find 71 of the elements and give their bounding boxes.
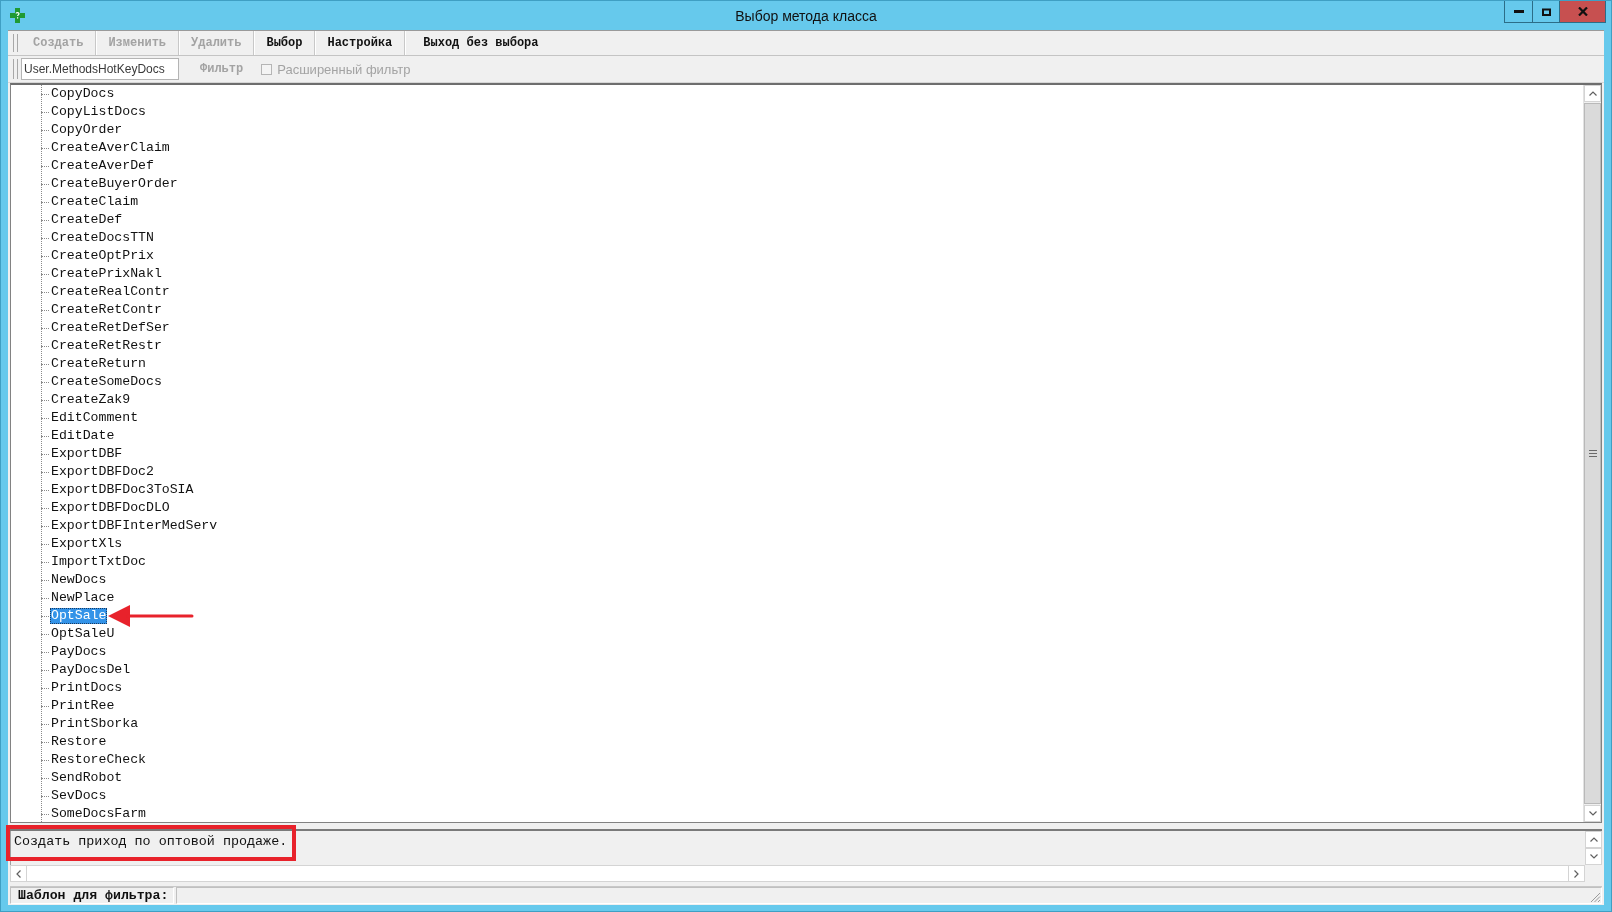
scroll-left-button[interactable] — [10, 865, 27, 882]
horizontal-scrollbar[interactable] — [27, 865, 1568, 882]
tree-item[interactable]: ExportDBF — [50, 446, 124, 462]
tree-item[interactable]: PrintSborka — [50, 716, 140, 732]
tree-item[interactable]: SomeDocsFarm — [50, 806, 147, 822]
description-text: Создать приход по оптовой продаже. — [14, 834, 289, 850]
tree-item[interactable]: CreateReturn — [50, 356, 147, 372]
tree-item[interactable]: OptSaleU — [50, 626, 116, 642]
caret-down-icon — [1588, 811, 1597, 816]
class-name-field[interactable]: User.MethodsHotKeyDocs — [21, 58, 179, 80]
tree-item[interactable]: CreateRetContr — [50, 302, 163, 318]
tree-item[interactable]: CopyOrder — [50, 122, 124, 138]
tree-item[interactable]: Restore — [50, 734, 108, 750]
tree-item[interactable]: SevDocs — [50, 788, 108, 804]
tree-item[interactable]: CreateAverClaim — [50, 140, 171, 156]
toolbar-grip-icon[interactable] — [13, 59, 18, 79]
caret-up-icon — [1589, 837, 1598, 842]
toolbar-button[interactable]: Выход без выбора — [405, 31, 557, 55]
tree-item[interactable]: CopyListDocs — [50, 104, 147, 120]
tree-item[interactable]: NewPlace — [50, 590, 116, 606]
tree-item[interactable]: EditComment — [50, 410, 140, 426]
tree-item[interactable]: CreateOptPrix — [50, 248, 155, 264]
tree-item[interactable]: SendRobot — [50, 770, 124, 786]
tree-item[interactable]: CreateAverDef — [50, 158, 155, 174]
scroll-up-button[interactable] — [1585, 831, 1602, 848]
tree-item[interactable]: ExportXls — [50, 536, 124, 552]
caret-up-icon — [1588, 91, 1597, 96]
tree-item[interactable]: EditDate — [50, 428, 116, 444]
annotation-arrow-icon — [108, 604, 195, 628]
tree-item[interactable]: ImportTxtDoc — [50, 554, 147, 570]
tree-item[interactable]: CreateRealContr — [50, 284, 171, 300]
toolbar-button[interactable]: Выбор — [254, 31, 316, 55]
tree-item[interactable]: CreateRetDefSer — [50, 320, 171, 336]
medical-cross-icon — [10, 8, 25, 23]
minimize-icon — [1513, 10, 1524, 13]
tree-item[interactable]: PayDocs — [50, 644, 108, 660]
toolbar-grip-icon[interactable] — [13, 34, 18, 52]
checkbox-label: Расширенный фильтр — [277, 61, 411, 77]
grip-lines-icon — [1588, 450, 1597, 457]
toolbar-button[interactable]: Настройка — [315, 31, 406, 55]
tree-item[interactable]: CreateClaim — [50, 194, 140, 210]
tree-item[interactable]: PrintRee — [50, 698, 116, 714]
tree-item[interactable]: ExportDBFDoc3ToSIA — [50, 482, 195, 498]
tree-item[interactable]: CreateSomeDocs — [50, 374, 163, 390]
tree-item[interactable]: ExportDBFDoc2 — [50, 464, 155, 480]
close-button[interactable] — [1559, 1, 1605, 22]
status-label: Шаблон для фильтра: — [10, 887, 174, 904]
tree-item[interactable]: CreateBuyerOrder — [50, 176, 179, 192]
tree-item[interactable]: CreatePrixNakl — [50, 266, 163, 282]
maximize-icon — [1541, 7, 1551, 16]
tree-item[interactable]: NewDocs — [50, 572, 108, 588]
tree-item[interactable]: CopyDocs — [50, 86, 116, 102]
scroll-down-button[interactable] — [1585, 848, 1602, 865]
close-icon — [1577, 7, 1588, 16]
caret-right-icon — [1574, 869, 1579, 878]
scroll-down-button[interactable] — [1584, 805, 1601, 822]
tree-item[interactable]: ExportDBFInterMedServ — [50, 518, 219, 534]
tree-item[interactable]: ExportDBFDocDLO — [50, 500, 171, 516]
tree-item[interactable]: RestoreCheck — [50, 752, 147, 768]
caret-left-icon — [16, 869, 21, 878]
resize-grip-icon[interactable] — [1590, 892, 1601, 903]
window-title: Выбор метода класса — [735, 7, 877, 24]
tree-item[interactable]: CreateDocsTTN — [50, 230, 155, 246]
tree-item[interactable]: PayDocsDel — [50, 662, 132, 678]
scroll-up-button[interactable] — [1584, 85, 1601, 102]
caret-down-icon — [1589, 854, 1598, 859]
tree-item[interactable]: CreateZak9 — [50, 392, 132, 408]
scroll-right-button[interactable] — [1568, 865, 1585, 882]
tree-item[interactable]: PrintDocs — [50, 680, 124, 696]
tree-item[interactable]: CreateRetRestr — [50, 338, 163, 354]
tree-item[interactable]: CreateDef — [50, 212, 124, 228]
